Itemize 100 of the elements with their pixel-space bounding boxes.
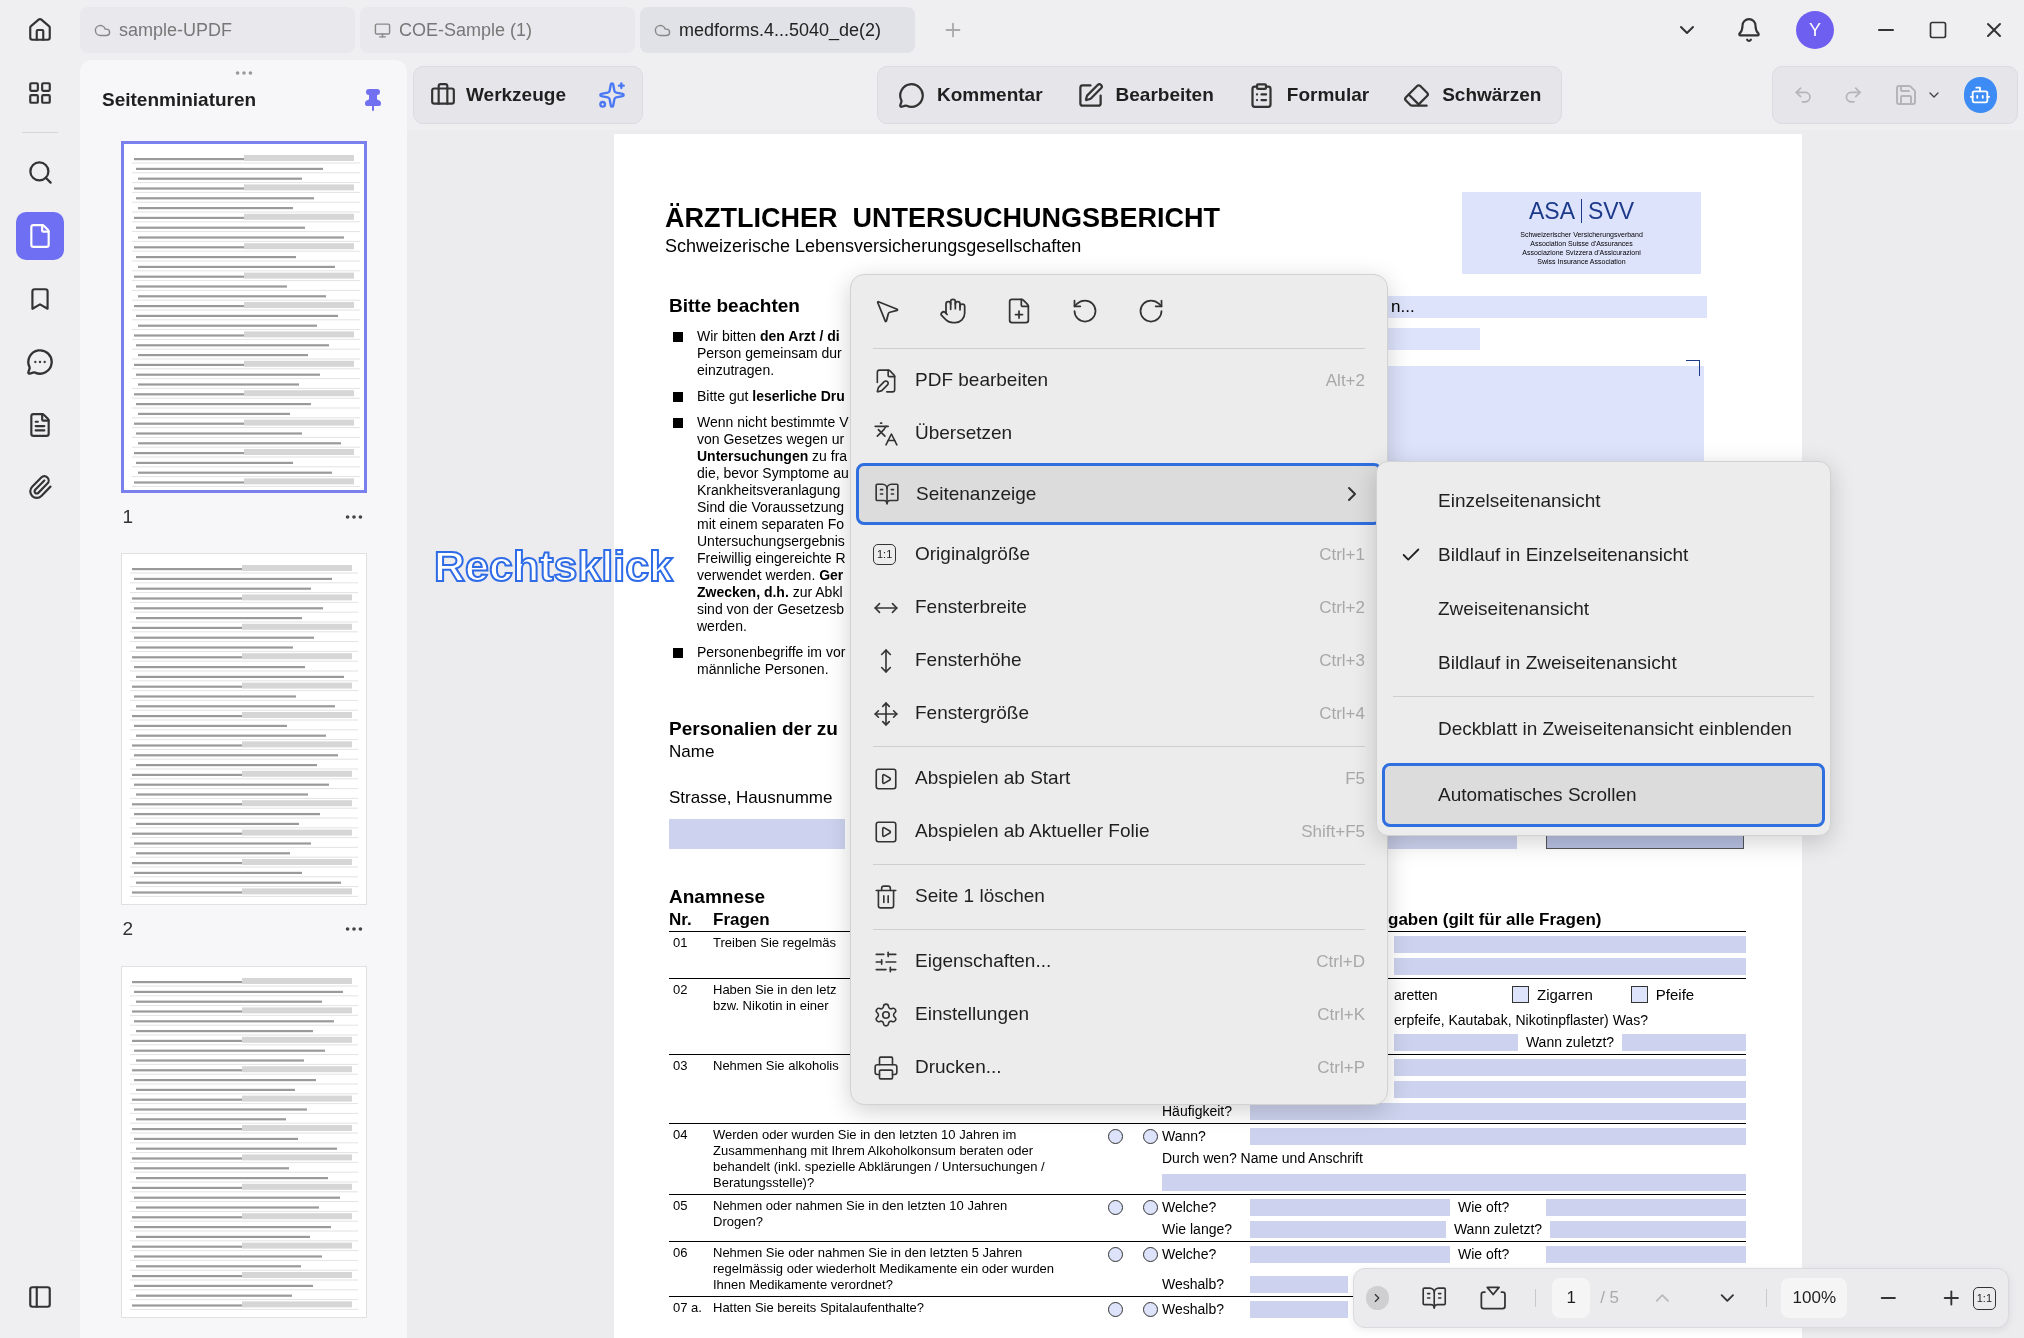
radio-button[interactable] [1108, 1200, 1123, 1215]
mode-button[interactable]: Bearbeiten [1076, 80, 1214, 110]
shortcut-text: Ctrl+K [1317, 1003, 1365, 1026]
field-label: Strasse, Hausnumme [669, 787, 833, 809]
form-field[interactable] [1394, 935, 1746, 953]
form-field[interactable] [1250, 1275, 1348, 1293]
panel-title: Seitenminiaturen [102, 88, 257, 112]
size-badge-icon: 1:1 [873, 544, 897, 565]
note-text: Personenbegriffe im vor männliche Personen. [697, 644, 846, 678]
book-icon[interactable] [1420, 1284, 1448, 1312]
question-text: Hatten Sie bereits Spitalaufenthalte? [713, 1300, 925, 1316]
menu-item[interactable]: Übersetzen [851, 407, 1387, 460]
menu-item[interactable]: Deckblatt in Zweiseitenansicht einblenden [1377, 702, 1830, 756]
form-field[interactable] [1250, 1220, 1446, 1238]
form-field[interactable] [669, 819, 845, 849]
field-label: Weshalb? [1162, 1301, 1225, 1317]
form-field[interactable] [1250, 1245, 1450, 1263]
form-field[interactable] [1250, 1300, 1348, 1318]
form-field[interactable] [1250, 1102, 1746, 1120]
shortcut-text: Ctrl+D [1316, 950, 1365, 973]
form-field[interactable] [1250, 1127, 1746, 1145]
checkbox[interactable] [1512, 986, 1529, 1003]
grid-icon[interactable] [27, 80, 53, 106]
logo-text: SVV [1588, 198, 1635, 224]
assistant-icon[interactable] [1963, 77, 1997, 113]
tab[interactable]: medforms.4...5040_de(2) [640, 7, 915, 53]
document-icon[interactable] [27, 412, 53, 438]
menu-item[interactable]: Seite 1 löschen [851, 870, 1387, 923]
menu-item[interactable]: Zweiseitenansicht [1377, 582, 1830, 636]
home-icon[interactable] [27, 17, 53, 43]
comment-icon[interactable] [26, 348, 54, 376]
menu-item[interactable]: Bildlauf in Zweiseitenansicht [1377, 636, 1830, 690]
form-field[interactable] [1162, 1173, 1746, 1191]
mode-button[interactable]: Schwärzen [1403, 80, 1542, 110]
menu-item[interactable]: Drucken... Ctrl+P [851, 1041, 1387, 1094]
form-field[interactable] [1394, 1033, 1518, 1051]
page-number: 2 [122, 917, 134, 941]
corner-mark-icon [1686, 360, 1700, 376]
form-field[interactable] [1394, 1058, 1746, 1076]
form-field[interactable] [1394, 1080, 1746, 1098]
row-number: 01 [672, 935, 689, 952]
form-field[interactable] [1546, 1245, 1746, 1263]
menu-item[interactable]: Einstellungen Ctrl+K [851, 988, 1387, 1041]
radio-button[interactable] [1108, 1302, 1123, 1317]
screen-icon[interactable] [1479, 1283, 1508, 1313]
maximize-icon[interactable] [1928, 20, 1948, 40]
shortcut-text: Ctrl+1 [1319, 543, 1365, 566]
radio-button[interactable] [1108, 1247, 1123, 1262]
settings-icon [873, 1001, 899, 1028]
bullet-icon [673, 648, 683, 658]
paperclip-icon[interactable] [27, 474, 53, 500]
play-icon [873, 765, 899, 792]
tab[interactable]: sample-UPDF [80, 7, 355, 53]
tab[interactable]: COE-Sample (1) [360, 7, 635, 53]
actual-size-button[interactable]: 1:1 [1972, 1286, 1996, 1310]
bullet-icon [673, 332, 683, 342]
page-thumbnail[interactable] [120, 140, 367, 493]
panel-icon[interactable] [27, 1284, 53, 1310]
rotate-right-icon[interactable] [1137, 297, 1165, 325]
shortcut-text: Ctrl+3 [1319, 649, 1365, 672]
radio-button[interactable] [1108, 1129, 1123, 1144]
column-header: gaben (gilt für alle Fragen) [1388, 909, 1602, 931]
sparkles-icon[interactable] [598, 81, 626, 109]
form-field[interactable] [1394, 957, 1746, 975]
bell-icon[interactable] [1736, 17, 1762, 43]
pages-tab[interactable] [16, 212, 64, 260]
row-number: 02 [672, 982, 689, 999]
expand-button[interactable] [1366, 1286, 1389, 1310]
question-text: Haben Sie in den letz bzw. Nikotin in einer [713, 982, 837, 1014]
rotate-left-icon[interactable] [1071, 297, 1099, 325]
note-text: Wenn nicht bestimmte V von Gesetzes wegen ur Untersuchungen zu fra die, bevor Symptome au Krankheitsveranlagung Sind die Voraussetzung mit einem separaten Fo Untersuchungsergebnis Freiwillig eingereichte R verwendet werden. Ger Zwecken, d.h. zur Abkl sind von der Gesetzesb werden. [697, 414, 849, 635]
form-field[interactable] [1546, 1198, 1746, 1216]
radio-button[interactable] [1143, 1200, 1158, 1215]
radio-button[interactable] [1143, 1302, 1158, 1317]
bullet-icon [673, 418, 683, 428]
field-label: Durch wen? Name und Anschrift [1162, 1150, 1363, 1166]
field-label: Wie lange? [1162, 1221, 1234, 1237]
menu-item[interactable]: Bildlauf in Einzelseitenansicht [1377, 528, 1830, 582]
form-field[interactable] [1550, 1220, 1746, 1238]
mode-button[interactable]: Formular [1247, 80, 1370, 110]
radio-button[interactable] [1143, 1247, 1158, 1262]
row-number: 07 a. [672, 1300, 703, 1317]
form-field[interactable] [1622, 1033, 1746, 1051]
zoom-field[interactable]: 100% [1781, 1278, 1848, 1318]
mode-button[interactable]: Kommentar [898, 80, 1043, 110]
checkbox-label: Pfeife [1655, 986, 1695, 1003]
avatar[interactable]: Y [1796, 11, 1834, 49]
question-text: Nehmen Sie oder nahmen Sie in den letzten 5 Jahren regelmässig oder wiederholt Medikamente ein oder wurden Ihnen Medikamente verordnet? [713, 1245, 1055, 1293]
field-label: aretten [1394, 986, 1439, 1003]
tools-button[interactable]: Werkzeuge [430, 80, 566, 110]
checkbox[interactable] [1630, 986, 1648, 1003]
page-input[interactable]: 1 [1552, 1278, 1591, 1318]
hand-icon[interactable] [939, 297, 967, 325]
menu-item[interactable]: Automatisches Scrollen [1382, 763, 1825, 827]
search-icon[interactable] [26, 159, 54, 186]
radio-button[interactable] [1143, 1129, 1158, 1144]
document-title: ÄRZTLICHER UNTERSUCHUNGSBERICHT [665, 202, 1220, 234]
form-field[interactable] [1250, 1198, 1450, 1216]
menu-item[interactable]: Eigenschaften... Ctrl+D [851, 935, 1387, 988]
menu-item[interactable]: PDF bearbeiten Alt+2 [851, 354, 1387, 407]
